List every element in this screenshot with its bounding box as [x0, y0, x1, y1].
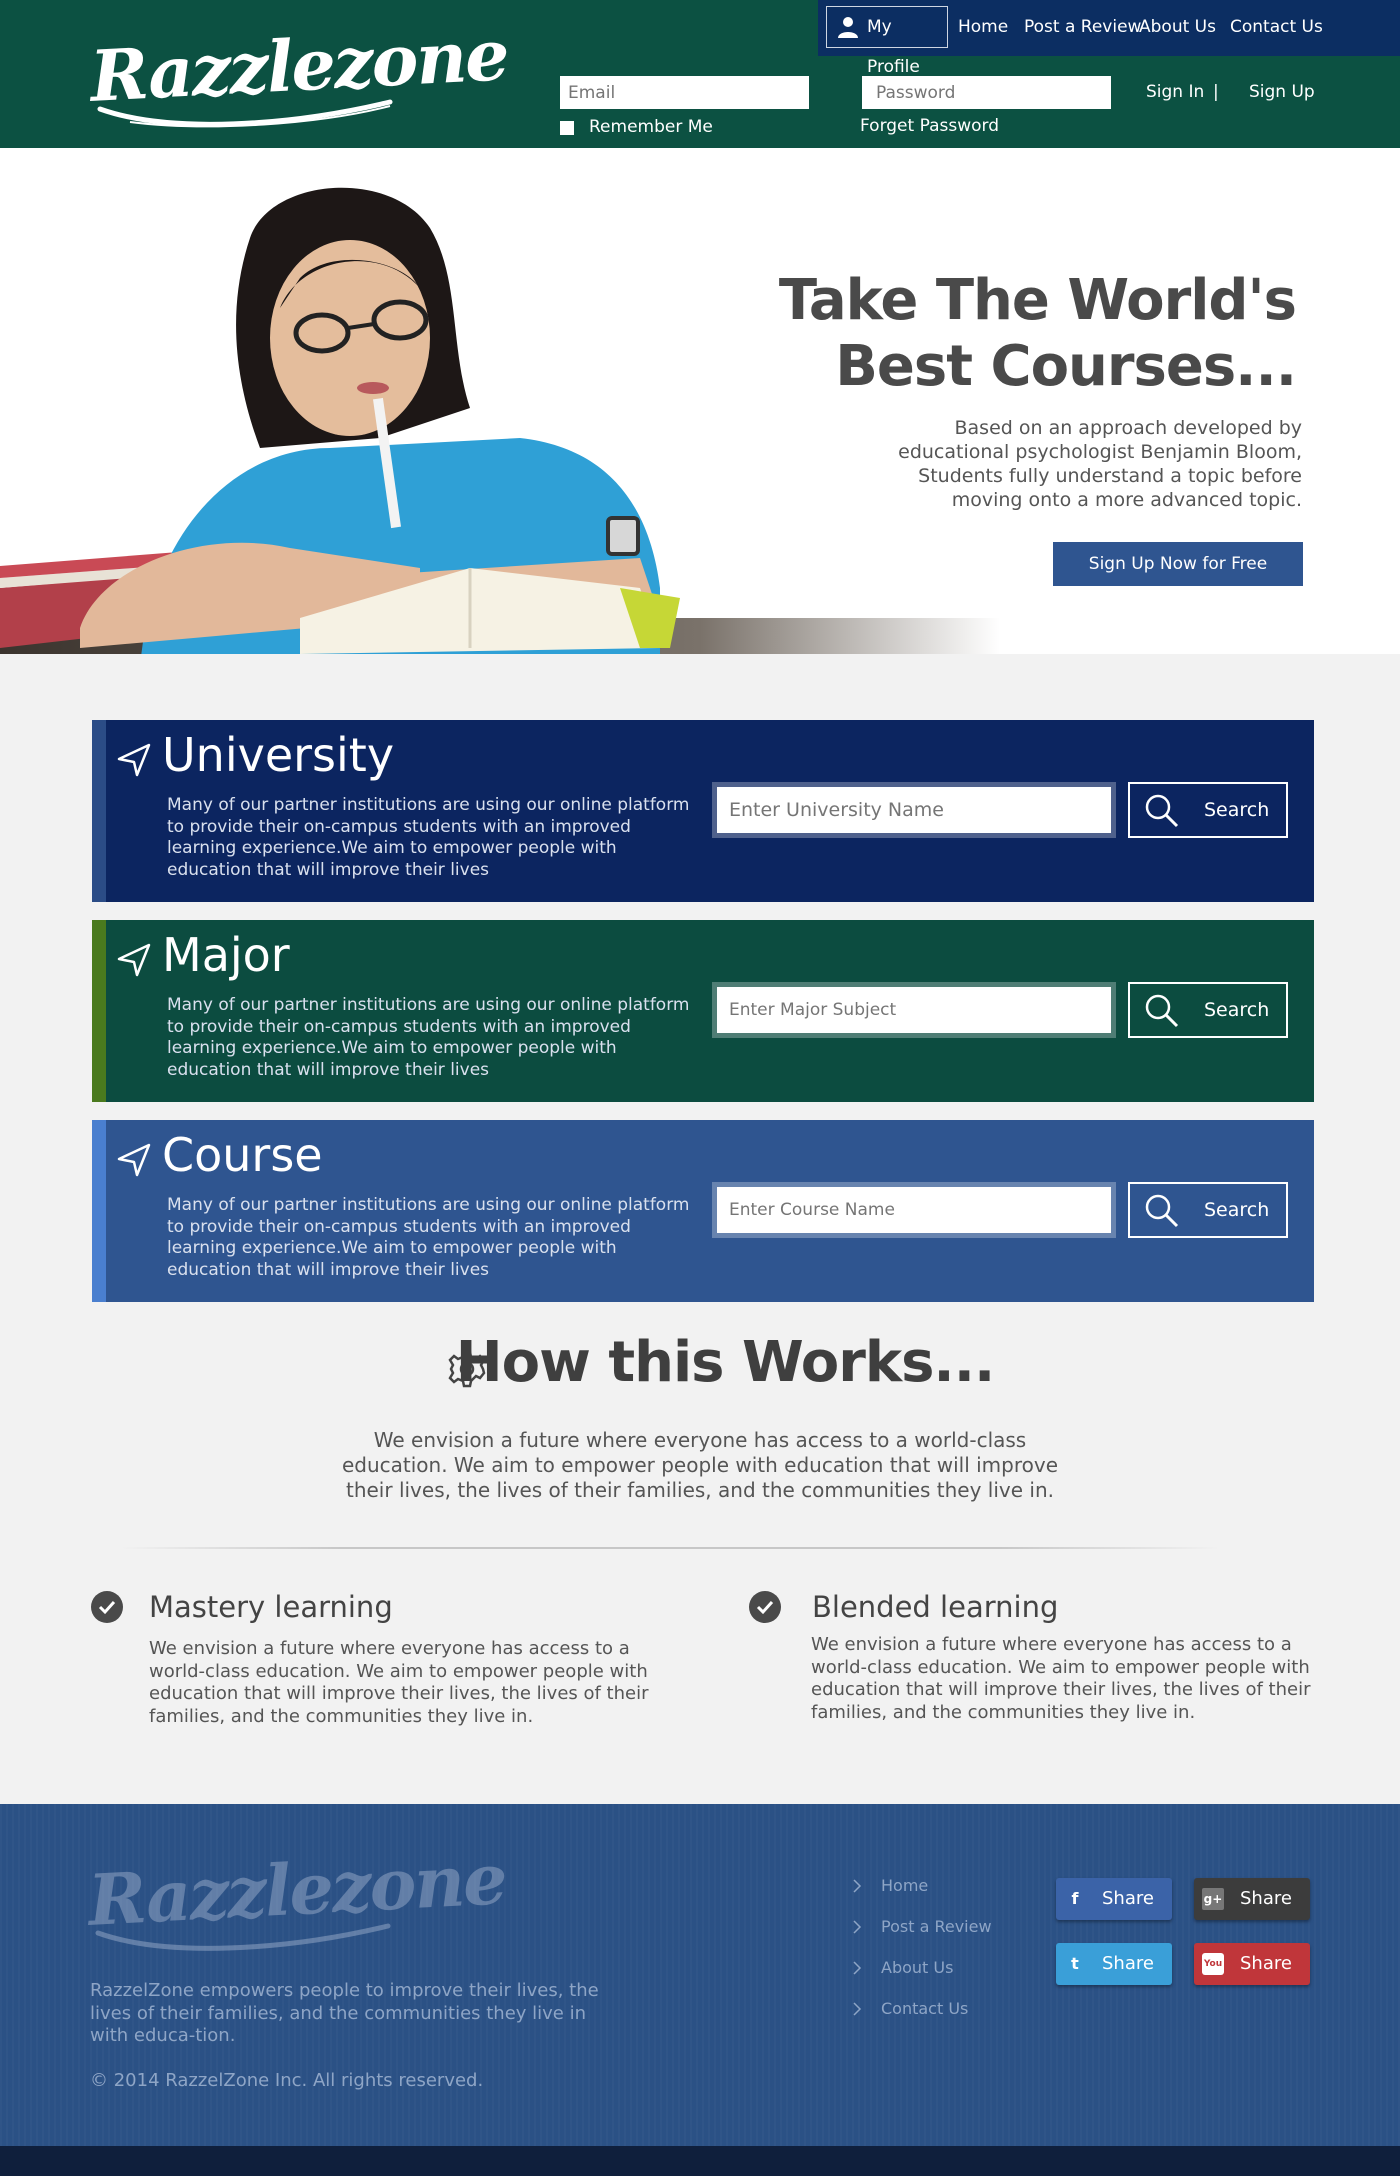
hero-section: Take The World's Best Courses... Based o… [0, 148, 1400, 654]
footer-link-label: Post a Review [881, 1917, 992, 1936]
facebook-share-button[interactable]: f Share [1056, 1878, 1172, 1920]
course-search-button[interactable]: Search [1128, 1182, 1288, 1238]
panel-description: Many of our partner institutions are usi… [167, 995, 690, 1080]
search-icon [1145, 994, 1179, 1028]
navigation-arrow-icon [117, 943, 151, 977]
feature-text-blended: We envision a future where everyone has … [811, 1634, 1311, 1723]
chevron-right-icon [853, 1961, 862, 1975]
nav-post-review[interactable]: Post a Review [1024, 0, 1141, 56]
chevron-right-icon [853, 2002, 862, 2016]
course-search-input[interactable] [712, 1182, 1116, 1238]
chevron-right-icon [853, 1920, 862, 1934]
twitter-icon: t [1071, 1954, 1079, 1973]
sign-in-link[interactable]: Sign In [1146, 82, 1204, 102]
remember-me-label: Remember Me [589, 117, 713, 137]
google-plus-share-button[interactable]: g+ Share [1194, 1878, 1310, 1920]
sign-up-link[interactable]: Sign Up [1249, 82, 1315, 102]
hero-title-line1: Take The World's [778, 268, 1297, 333]
chevron-right-icon [853, 1879, 862, 1893]
student-photo [0, 187, 1000, 654]
how-it-works-text: We envision a future where everyone has … [341, 1428, 1059, 1502]
top-navigation: My Profile Home Post a Review About Us C… [818, 0, 1400, 77]
panel-title: Course [162, 1128, 323, 1182]
search-button-label: Search [1204, 999, 1270, 1021]
university-search-button[interactable]: Search [1128, 782, 1288, 838]
share-label: Share [1102, 1888, 1154, 1909]
share-label: Share [1102, 1953, 1154, 1974]
hero-title-line2: Best Courses... [835, 334, 1297, 399]
course-panel: Course Many of our partner institutions … [92, 1120, 1314, 1302]
panel-description: Many of our partner institutions are usi… [167, 795, 690, 880]
copyright: © 2014 RazzelZone Inc. All rights reserv… [90, 2070, 484, 2091]
footer-link-label: Contact Us [881, 1999, 969, 2018]
remember-me-checkbox[interactable] [560, 121, 574, 135]
footer-link-label: About Us [881, 1958, 954, 1977]
feature-title-mastery: Mastery learning [149, 1590, 393, 1624]
panel-stripe [92, 720, 106, 902]
password-field[interactable] [862, 76, 1111, 109]
major-panel: Major Many of our partner institutions a… [92, 920, 1314, 1102]
search-button-label: Search [1204, 1199, 1270, 1221]
hero-description: Based on an approach developed by educat… [898, 417, 1302, 511]
google-plus-icon: g+ [1202, 1888, 1224, 1910]
share-label: Share [1240, 1888, 1292, 1909]
page: Razzlezone My Profile Home Post a Review… [0, 0, 1400, 2176]
facebook-icon: f [1071, 1889, 1079, 1908]
navigation-arrow-icon [117, 743, 151, 777]
navigation-arrow-icon [117, 1143, 151, 1177]
footer-link-label: Home [881, 1876, 929, 1895]
share-label: Share [1240, 1953, 1292, 1974]
checkmark-icon [91, 1591, 123, 1623]
nav-contact[interactable]: Contact Us [1230, 0, 1323, 56]
twitter-share-button[interactable]: t Share [1056, 1943, 1172, 1985]
major-search-button[interactable]: Search [1128, 982, 1288, 1038]
panel-description: Many of our partner institutions are usi… [167, 1195, 690, 1280]
feature-text-mastery: We envision a future where everyone has … [149, 1638, 649, 1727]
section-divider [120, 1547, 1220, 1549]
youtube-icon: You [1202, 1953, 1224, 1975]
panel-title: University [162, 728, 395, 782]
email-field[interactable] [560, 76, 809, 109]
search-icon [1145, 1194, 1179, 1228]
nav-about[interactable]: About Us [1139, 0, 1216, 56]
site-header: Razzlezone My Profile Home Post a Review… [0, 0, 1400, 148]
footer-description: RazzelZone empowers people to improve th… [90, 1980, 599, 2046]
panel-stripe [92, 920, 106, 1102]
bottom-bar [0, 2146, 1400, 2176]
checkmark-icon [749, 1591, 781, 1623]
panel-title: Major [162, 928, 290, 982]
nav-home[interactable]: Home [958, 0, 1008, 56]
how-it-works-title: How this Works... [455, 1330, 996, 1395]
youtube-share-button[interactable]: You Share [1194, 1943, 1310, 1985]
university-search-input[interactable] [712, 782, 1116, 838]
my-profile-button[interactable]: My Profile [826, 6, 948, 77]
search-button-label: Search [1204, 799, 1270, 821]
hero-title: Take The World's Best Courses... [778, 268, 1297, 400]
person-icon [838, 17, 858, 38]
footer-logo[interactable]: Razzlezone [86, 1837, 508, 1958]
login-separator: | [1213, 82, 1219, 102]
forgot-password-link[interactable]: Forget Password [860, 116, 999, 136]
panel-stripe [92, 1120, 106, 1302]
sign-up-free-button[interactable]: Sign Up Now for Free [1053, 542, 1303, 586]
my-profile-label: My Profile [867, 17, 920, 77]
search-icon [1145, 794, 1179, 828]
feature-title-blended: Blended learning [812, 1590, 1059, 1624]
university-panel: University Many of our partner instituti… [92, 720, 1314, 902]
brand-logo[interactable]: Razzlezone [88, 13, 510, 134]
major-search-input[interactable] [712, 982, 1116, 1038]
